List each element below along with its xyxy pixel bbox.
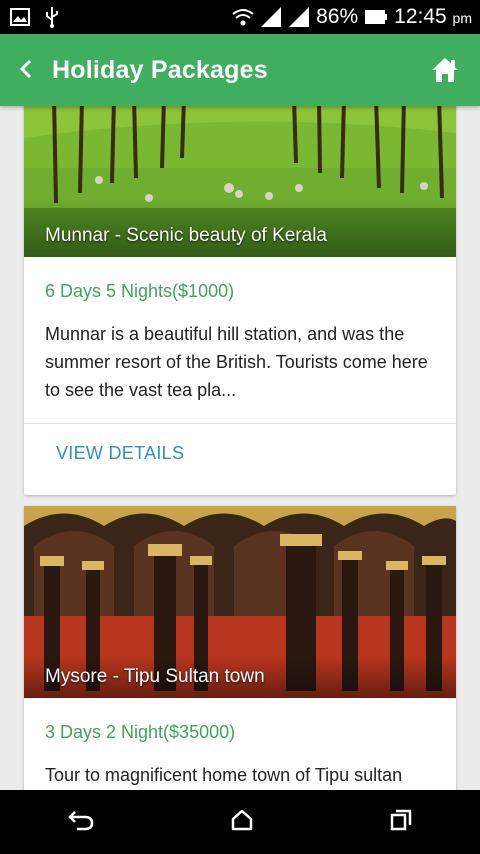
- battery-icon: [365, 10, 388, 24]
- home-outline-icon: [231, 809, 253, 830]
- signal-icon: [261, 7, 282, 27]
- app-bar: Holiday Packages: [0, 34, 480, 106]
- gallery-icon: [10, 8, 30, 26]
- package-price: 6 Days 5 Nights($1000): [45, 281, 235, 301]
- page-title: Holiday Packages: [52, 55, 268, 84]
- package-image: Mysore - Tipu Sultan town: [24, 506, 456, 698]
- package-caption: Munnar - Scenic beauty of Kerala: [45, 225, 327, 246]
- package-list[interactable]: Munnar - Scenic beauty of Kerala 6 Days …: [0, 106, 480, 790]
- package-caption: Mysore - Tipu Sultan town: [45, 666, 265, 687]
- back-arrow-icon: [68, 810, 94, 830]
- home-icon: [432, 58, 458, 82]
- package-price: 3 Days 2 Night($35000): [45, 722, 236, 742]
- nav-home-button[interactable]: [230, 808, 254, 837]
- wifi-icon: [232, 9, 254, 26]
- recents-icon: [390, 809, 411, 830]
- clock: 12:45 pm: [394, 5, 472, 28]
- card-divider: [24, 423, 456, 424]
- package-description: Tour to magnificent home town of Tipu su…: [45, 765, 403, 785]
- usb-icon: [46, 7, 58, 28]
- chevron-left-icon: [19, 59, 32, 79]
- system-nav-bar: [0, 790, 480, 854]
- package-card[interactable]: Mysore - Tipu Sultan town 3 Days 2 Night…: [24, 506, 456, 790]
- status-bar: 86% 12:45 pm: [0, 0, 480, 34]
- view-details-button[interactable]: VIEW DETAILS: [56, 443, 184, 464]
- battery-percent: 86%: [316, 5, 359, 28]
- signal-icon-2: [289, 7, 310, 27]
- nav-recents-button[interactable]: [389, 808, 413, 837]
- package-card[interactable]: Munnar - Scenic beauty of Kerala 6 Days …: [24, 106, 456, 495]
- package-image: Munnar - Scenic beauty of Kerala: [24, 106, 456, 257]
- back-button[interactable]: [0, 53, 52, 87]
- nav-back-button[interactable]: [67, 808, 95, 837]
- package-description: Munnar is a beautiful hill station, and …: [45, 324, 428, 400]
- home-button[interactable]: [430, 55, 460, 85]
